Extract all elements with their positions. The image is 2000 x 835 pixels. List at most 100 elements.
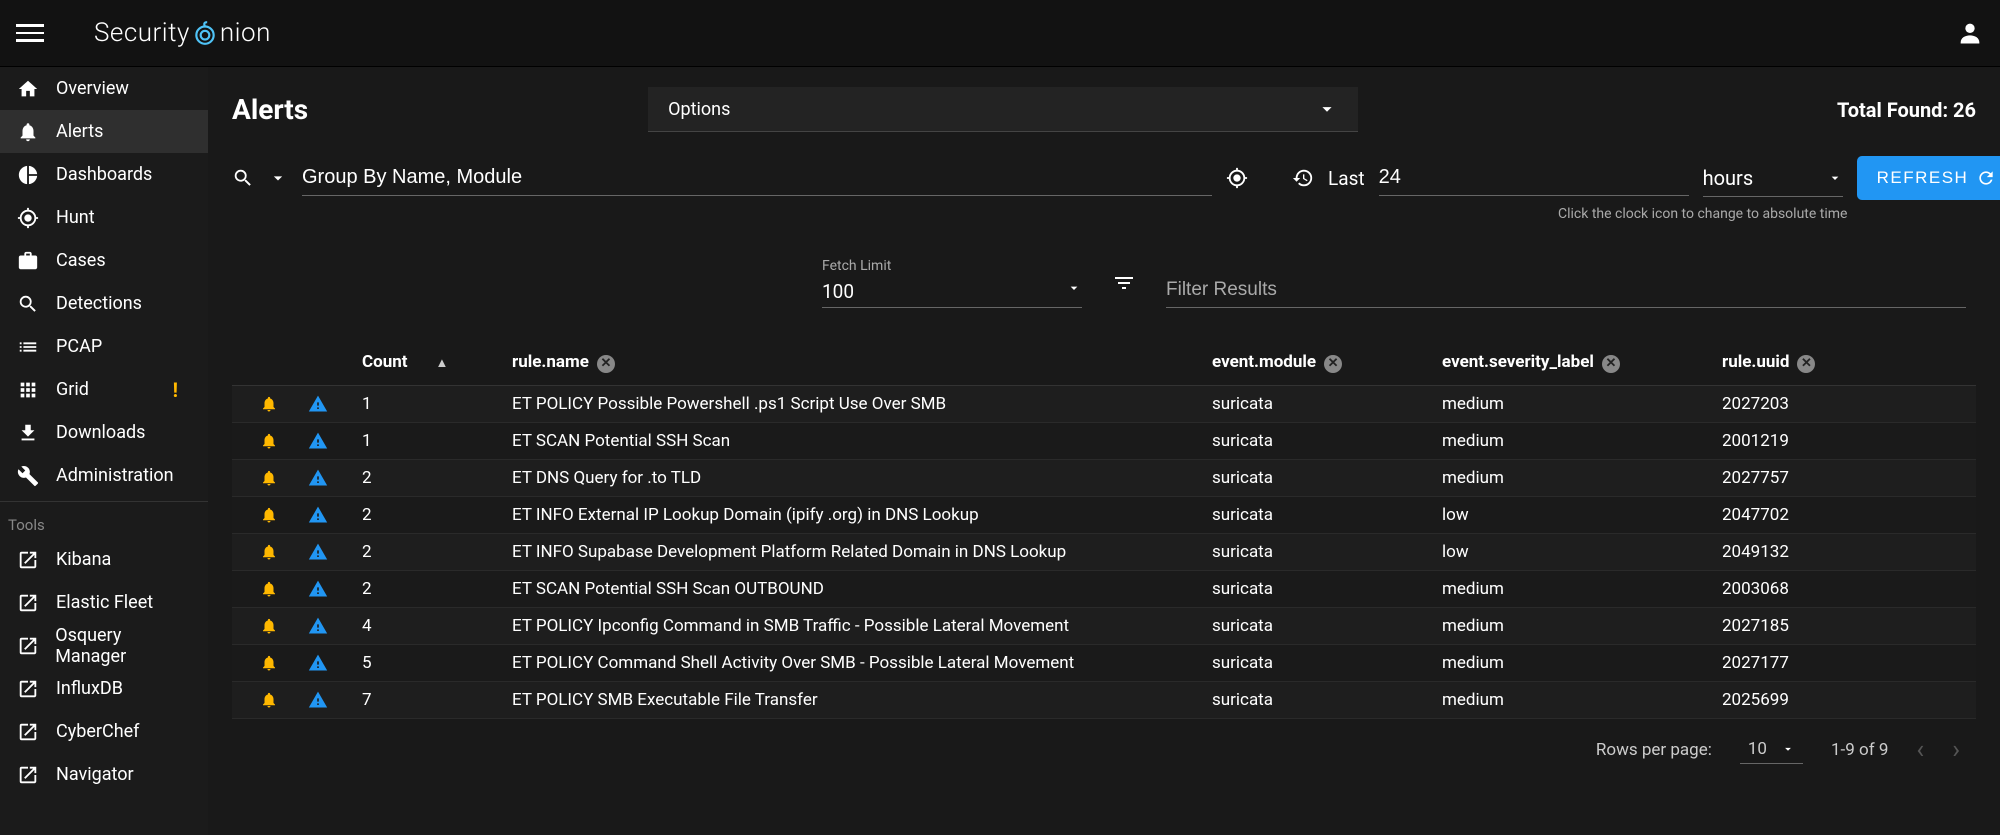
- page-title: Alerts: [232, 93, 308, 126]
- cell-rule-name: ET SCAN Potential SSH Scan OUTBOUND: [502, 570, 1202, 607]
- warning-triangle-icon[interactable]: [308, 394, 328, 414]
- sidebar-item-alerts[interactable]: Alerts: [0, 110, 208, 153]
- cell-severity: medium: [1432, 607, 1712, 644]
- content: Alerts Options Total Found: 26: [208, 67, 2000, 835]
- rows-per-page-select[interactable]: 10: [1740, 735, 1803, 764]
- table-row[interactable]: 7ET POLICY SMB Executable File Transfers…: [232, 681, 1976, 718]
- cell-rule-uuid: 2025699: [1712, 681, 1976, 718]
- user-menu-button[interactable]: [1956, 19, 1984, 47]
- table-row[interactable]: 2ET INFO External IP Lookup Domain (ipif…: [232, 496, 1976, 533]
- filter-results-input[interactable]: [1166, 273, 1966, 308]
- cell-rule-name: ET INFO External IP Lookup Domain (ipify…: [502, 496, 1202, 533]
- cell-event-module: suricata: [1202, 607, 1432, 644]
- tool-link-navigator[interactable]: Navigator: [0, 753, 208, 796]
- cell-event-module: suricata: [1202, 496, 1432, 533]
- sidebar-item-pcap[interactable]: PCAP: [0, 325, 208, 368]
- query-dropdown-icon[interactable]: [268, 167, 288, 189]
- bell-icon[interactable]: [260, 432, 278, 450]
- tool-link-influxdb[interactable]: InfluxDB: [0, 667, 208, 710]
- warning-triangle-icon[interactable]: [308, 468, 328, 488]
- clock-history-icon[interactable]: [1292, 167, 1314, 189]
- next-page-button[interactable]: ›: [1952, 735, 1960, 765]
- col-count[interactable]: Count▲: [352, 340, 502, 385]
- col-severity[interactable]: event.severity_label✕: [1432, 340, 1712, 385]
- remove-column-icon[interactable]: ✕: [597, 355, 615, 373]
- cell-rule-name: ET POLICY SMB Executable File Transfer: [502, 681, 1202, 718]
- remove-column-icon[interactable]: ✕: [1797, 355, 1815, 373]
- list-icon: [16, 335, 40, 359]
- bell-icon[interactable]: [260, 580, 278, 598]
- bell-icon[interactable]: [260, 469, 278, 487]
- bell-icon[interactable]: [260, 543, 278, 561]
- fetch-limit-label: Fetch Limit: [822, 258, 1082, 274]
- sidebar-item-grid[interactable]: Grid!: [0, 368, 208, 411]
- sidebar-item-administration[interactable]: Administration: [0, 454, 208, 497]
- table-row[interactable]: 1ET POLICY Possible Powershell .ps1 Scri…: [232, 385, 1976, 422]
- filter-icon: [1112, 271, 1136, 295]
- fetch-limit-select[interactable]: 100: [822, 276, 1082, 308]
- remove-column-icon[interactable]: ✕: [1324, 355, 1342, 373]
- fetch-limit-value: 100: [822, 280, 854, 303]
- table-row[interactable]: 2ET INFO Supabase Development Platform R…: [232, 533, 1976, 570]
- table-row[interactable]: 1ET SCAN Potential SSH Scansuricatamediu…: [232, 422, 1976, 459]
- search-icon[interactable]: [232, 167, 254, 189]
- time-unit-select[interactable]: hours: [1703, 160, 1843, 197]
- warning-triangle-icon[interactable]: [308, 616, 328, 636]
- table-row[interactable]: 2ET SCAN Potential SSH Scan OUTBOUNDsuri…: [232, 570, 1976, 607]
- sidebar-item-hunt[interactable]: Hunt: [0, 196, 208, 239]
- sidebar-item-dashboards[interactable]: Dashboards: [0, 153, 208, 196]
- options-dropdown[interactable]: Options: [648, 87, 1358, 132]
- tools-section-label: Tools: [0, 506, 208, 538]
- table-row[interactable]: 5ET POLICY Command Shell Activity Over S…: [232, 644, 1976, 681]
- sidebar-item-label: Administration: [56, 465, 174, 486]
- sidebar-item-cases[interactable]: Cases: [0, 239, 208, 282]
- query-input[interactable]: [302, 160, 1212, 196]
- tool-link-cyberchef[interactable]: CyberChef: [0, 710, 208, 753]
- warning-triangle-icon[interactable]: [308, 542, 328, 562]
- bell-icon[interactable]: [260, 617, 278, 635]
- cell-rule-name: ET POLICY Possible Powershell .ps1 Scrip…: [502, 385, 1202, 422]
- table-row[interactable]: 2ET DNS Query for .to TLDsuricatamedium2…: [232, 459, 1976, 496]
- prev-page-button[interactable]: ‹: [1916, 735, 1924, 765]
- external-link-icon: [16, 548, 40, 572]
- cell-rule-uuid: 2027185: [1712, 607, 1976, 644]
- cell-event-module: suricata: [1202, 385, 1432, 422]
- tool-link-elastic-fleet[interactable]: Elastic Fleet: [0, 581, 208, 624]
- warning-triangle-icon[interactable]: [308, 653, 328, 673]
- refresh-button[interactable]: REFRESH: [1857, 156, 2000, 200]
- sidebar-item-label: Downloads: [56, 422, 145, 443]
- col-rule-name[interactable]: rule.name✕: [502, 340, 1202, 385]
- cell-count: 7: [352, 681, 502, 718]
- warning-triangle-icon[interactable]: [308, 690, 328, 710]
- time-hint: Click the clock icon to change to absolu…: [1558, 206, 2000, 222]
- bell-icon[interactable]: [260, 506, 278, 524]
- time-value-input[interactable]: [1379, 160, 1689, 196]
- home-icon: [16, 77, 40, 101]
- cell-event-module: suricata: [1202, 644, 1432, 681]
- warning-triangle-icon[interactable]: [308, 505, 328, 525]
- table-row[interactable]: 4ET POLICY Ipconfig Command in SMB Traff…: [232, 607, 1976, 644]
- time-prefix-label: Last: [1328, 167, 1365, 190]
- rows-per-page-value: 10: [1748, 739, 1767, 759]
- sidebar-item-overview[interactable]: Overview: [0, 67, 208, 110]
- menu-toggle-button[interactable]: [16, 19, 44, 47]
- cell-count: 1: [352, 422, 502, 459]
- sidebar-item-downloads[interactable]: Downloads: [0, 411, 208, 454]
- tool-link-kibana[interactable]: Kibana: [0, 538, 208, 581]
- remove-column-icon[interactable]: ✕: [1602, 355, 1620, 373]
- warning-triangle-icon[interactable]: [308, 431, 328, 451]
- cell-rule-name: ET POLICY Command Shell Activity Over SM…: [502, 644, 1202, 681]
- cell-rule-name: ET INFO Supabase Development Platform Re…: [502, 533, 1202, 570]
- bell-icon[interactable]: [260, 654, 278, 672]
- col-rule-uuid[interactable]: rule.uuid✕: [1712, 340, 1976, 385]
- bell-icon[interactable]: [260, 691, 278, 709]
- tool-link-osquery-manager[interactable]: Osquery Manager: [0, 624, 208, 667]
- bell-icon[interactable]: [260, 395, 278, 413]
- content-header: Alerts Options Total Found: 26: [208, 67, 2000, 140]
- sidebar-item-detections[interactable]: Detections: [0, 282, 208, 325]
- cell-rule-uuid: 2049132: [1712, 533, 1976, 570]
- warning-triangle-icon[interactable]: [308, 579, 328, 599]
- col-event-module[interactable]: event.module✕: [1202, 340, 1432, 385]
- target-icon[interactable]: [1226, 167, 1248, 189]
- external-link-icon: [16, 720, 40, 744]
